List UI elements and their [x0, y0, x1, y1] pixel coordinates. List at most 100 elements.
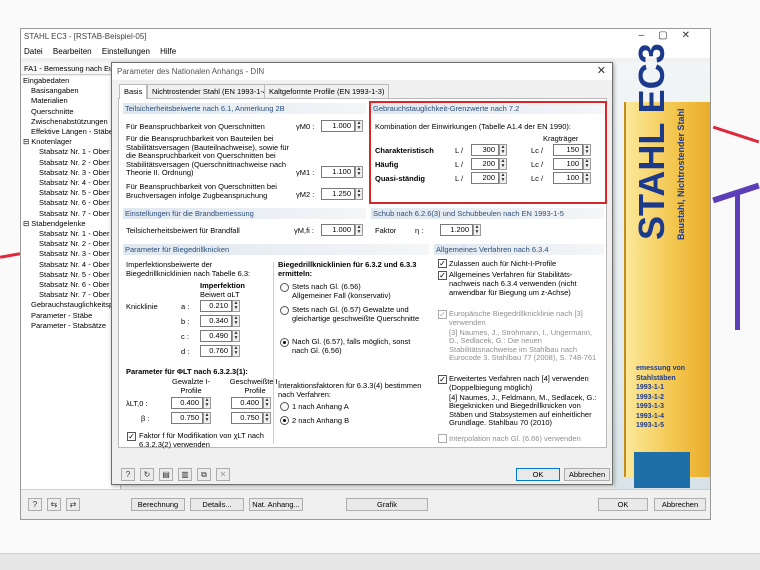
dialog-title: Parameter des Nationalen Anhangs - DIN: [112, 63, 612, 80]
tree-item[interactable]: Stabsatz Nr. 3 - Ober: [21, 168, 120, 178]
spinner-icon[interactable]: ▲ ▼: [203, 412, 211, 424]
spinner-icon[interactable]: ▲ ▼: [203, 397, 211, 409]
spinner-icon[interactable]: ▲ ▼: [232, 300, 240, 312]
opt-gl656-label: Stets nach Gl. (6.56) Allgemeiner Fall (…: [292, 282, 391, 300]
save-icon[interactable]: ▤: [159, 468, 173, 481]
spinner-icon[interactable]: ▲ ▼: [355, 188, 363, 200]
tree-item[interactable]: Stabsatz Nr. 7 - Ober: [21, 290, 120, 300]
tree-item[interactable]: Effektive Längen - Stäbe: [21, 127, 120, 137]
tree-item[interactable]: Querschnitte: [21, 107, 120, 117]
import-icon[interactable]: ⇄: [66, 498, 80, 511]
spinner-icon[interactable]: ▲ ▼: [355, 166, 363, 178]
tree-item-label: Stabsatz Nr. 1 - Ober: [39, 229, 110, 239]
window-controls[interactable]: –▢✕: [639, 29, 704, 43]
tree-item[interactable]: Eingabedaten: [21, 76, 120, 86]
menu-datei[interactable]: Datei: [24, 47, 43, 56]
dialog-cancel-button[interactable]: Abbrechen: [564, 468, 610, 481]
menu-einstellungen[interactable]: Einstellungen: [102, 47, 150, 56]
tree-item[interactable]: ⊟ Stabendgelenke: [21, 219, 120, 229]
main-cancel-button[interactable]: Abbrechen: [654, 498, 706, 511]
checkbox-erweitertes-verfahren[interactable]: ✓: [438, 375, 447, 384]
menu-bearbeiten[interactable]: Bearbeiten: [53, 47, 92, 56]
copy-icon[interactable]: ⧉: [197, 468, 211, 481]
help-icon[interactable]: ?: [28, 498, 42, 511]
tree-item[interactable]: Stabsatz Nr. 2 - Ober: [21, 158, 120, 168]
beta-geschweisst-field[interactable]: 0.750: [231, 412, 263, 424]
radio-gl656[interactable]: [280, 283, 289, 292]
menu-hilfe[interactable]: Hilfe: [160, 47, 176, 56]
alpha-lt-field[interactable]: 0.490: [200, 330, 232, 342]
tree-item-label: Stabsatz Nr. 6 - Ober: [39, 280, 110, 290]
main-ok-button[interactable]: OK: [598, 498, 648, 511]
help-icon[interactable]: ?: [121, 468, 135, 481]
tree-item[interactable]: Materialien: [21, 96, 120, 106]
radio-gl657-fallback[interactable]: [280, 338, 289, 347]
spinner-icon[interactable]: ▲ ▼: [355, 120, 363, 132]
lambda-gewalzt-field[interactable]: 0.400: [171, 397, 203, 409]
spinner-icon[interactable]: ▲ ▼: [232, 330, 240, 342]
tree-item[interactable]: Basisangaben: [21, 86, 120, 96]
spinner-icon[interactable]: ▲ ▼: [263, 397, 271, 409]
spinner-icon[interactable]: ▲ ▼: [473, 224, 481, 236]
tree-item-label: Materialien: [31, 96, 68, 106]
load-icon[interactable]: ▥: [178, 468, 192, 481]
tree-item[interactable]: Stabsatz Nr. 2 - Ober: [21, 239, 120, 249]
export-icon[interactable]: ⇆: [47, 498, 61, 511]
tree-item[interactable]: Gebrauchstauglichkeitspa: [21, 300, 120, 310]
dialog-ok-button[interactable]: OK: [516, 468, 560, 481]
spinner-icon[interactable]: ▲ ▼: [355, 224, 363, 236]
tree-item[interactable]: Zwischenabstützungen: [21, 117, 120, 127]
close-icon[interactable]: ✕: [597, 63, 606, 80]
alpha-lt-field[interactable]: 0.340: [200, 315, 232, 327]
tree-item[interactable]: Parameter - Stäbe: [21, 311, 120, 321]
faktor-f-checkbox[interactable]: ✓: [127, 432, 136, 441]
berechnung-button[interactable]: Berechnung: [131, 498, 185, 511]
checkbox-nicht-i-profile[interactable]: ✓: [438, 259, 447, 268]
delete-icon[interactable]: ✕: [216, 468, 230, 481]
spinner-icon[interactable]: ▲ ▼: [263, 412, 271, 424]
gamma-m0-symbol: γM0 :: [296, 122, 315, 131]
book-list-item: 1993-1-5: [636, 422, 665, 429]
tree-item[interactable]: Stabsatz Nr. 7 - Ober: [21, 209, 120, 219]
tree-item[interactable]: Stabsatz Nr. 6 - Ober: [21, 198, 120, 208]
checkbox-allgemeines-verfahren[interactable]: ✓: [438, 271, 447, 280]
tree-item[interactable]: Stabsatz Nr. 4 - Ober: [21, 260, 120, 270]
alpha-lt-field[interactable]: 0.760: [200, 345, 232, 357]
beta-gewalzt-field[interactable]: 0.750: [171, 412, 203, 424]
gamma-m1-field[interactable]: 1.100: [321, 166, 355, 178]
tree-item[interactable]: Stabsatz Nr. 1 - Ober: [21, 147, 120, 157]
tree-item[interactable]: Stabsatz Nr. 5 - Ober: [21, 188, 120, 198]
tab-kaltgeformte-profile[interactable]: Kaltgeformte Profile (EN 1993-1-3): [264, 84, 390, 98]
gamma-m2-field[interactable]: 1.250: [321, 188, 355, 200]
curve-letter: d :: [181, 347, 190, 356]
tree-item[interactable]: Stabsatz Nr. 3 - Ober: [21, 249, 120, 259]
radio-anhang-a[interactable]: [280, 402, 289, 411]
lambda-geschweisst-field[interactable]: 0.400: [231, 397, 263, 409]
tree-item[interactable]: Parameter - Stabsätze: [21, 321, 120, 331]
spinner-icon[interactable]: ▲ ▼: [232, 345, 240, 357]
grafik-button[interactable]: Grafik: [346, 498, 428, 511]
gamma-m0-field[interactable]: 1.000: [321, 120, 355, 132]
tree-item[interactable]: ⊟ Knotenlager: [21, 137, 120, 147]
eta-field[interactable]: 1.200: [440, 224, 473, 236]
gamma-mfi-field[interactable]: 1.000: [321, 224, 355, 236]
alpha-lt-field[interactable]: 0.210: [200, 300, 232, 312]
nat-anhang-button[interactable]: Nat. Anhang...: [249, 498, 303, 511]
collapse-icon[interactable]: ⊟: [23, 219, 29, 228]
radio-gl657[interactable]: [280, 306, 289, 315]
spinner-icon[interactable]: ▲ ▼: [232, 315, 240, 327]
tree-item[interactable]: Stabsatz Nr. 6 - Ober: [21, 280, 120, 290]
radio-anhang-b[interactable]: [280, 416, 289, 425]
tab-nichtrostender-stahl[interactable]: Nichtrostender Stahl (EN 1993-1-4): [147, 84, 275, 98]
collapse-icon[interactable]: ⊟: [23, 137, 29, 146]
book-list-item: emessung von Stahlstäben: [636, 365, 686, 382]
reset-icon[interactable]: ↻: [140, 468, 154, 481]
tree-item[interactable]: Stabsatz Nr. 4 - Ober: [21, 178, 120, 188]
navigator-header[interactable]: FA1 - Bemessung nach Eurocode 3: [21, 62, 121, 75]
tree-item[interactable]: Stabsatz Nr. 5 - Ober: [21, 270, 120, 280]
tab-basis[interactable]: Basis: [119, 84, 148, 99]
tree-item[interactable]: Stabsatz Nr. 1 - Ober: [21, 229, 120, 239]
checkbox-europaeische-linie[interactable]: ✓: [438, 310, 447, 319]
checkbox-interpolation[interactable]: [438, 434, 447, 443]
details-button[interactable]: Details...: [190, 498, 244, 511]
